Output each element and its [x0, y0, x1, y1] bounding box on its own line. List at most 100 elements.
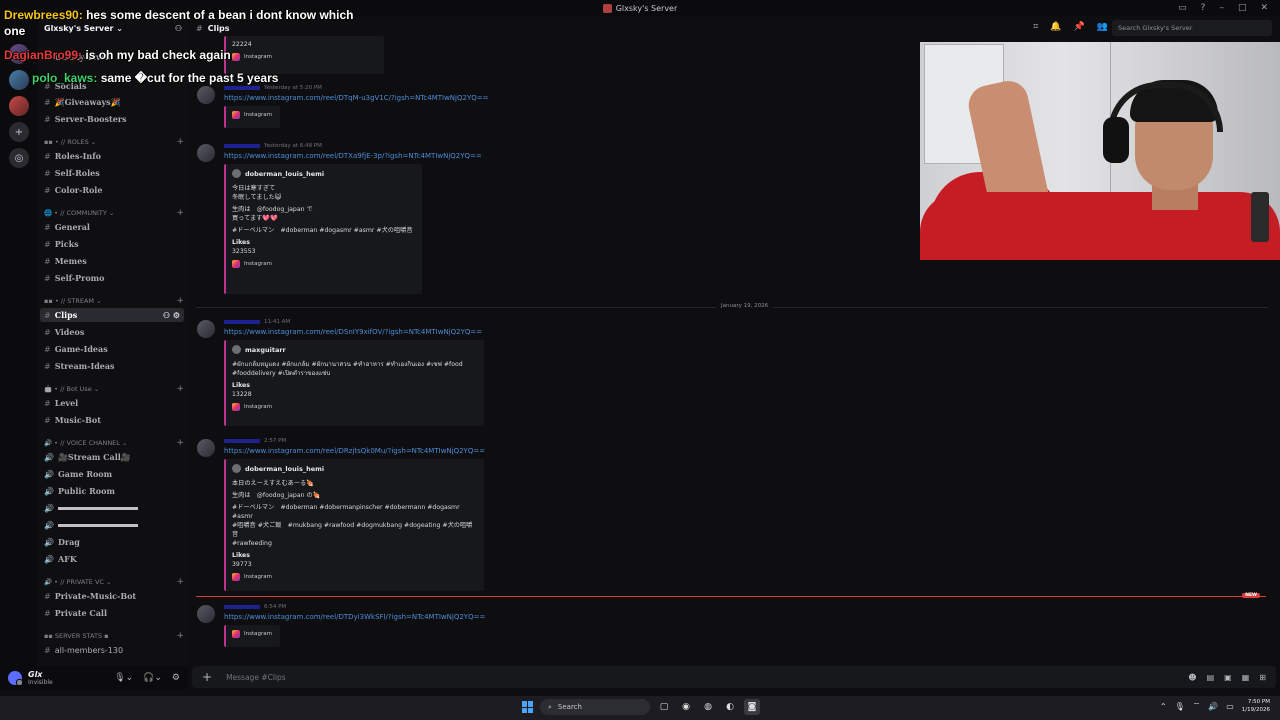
avatar[interactable]	[197, 439, 215, 457]
channel-clips[interactable]: # Clips ⚇ ⚙	[40, 308, 184, 322]
image-icon[interactable]: ▦	[1242, 673, 1250, 682]
gear-icon[interactable]: ⚙	[172, 673, 180, 683]
server-icon-3[interactable]	[9, 96, 29, 116]
search-input[interactable]: Search Glxsky's Server	[1112, 20, 1272, 36]
add-server-icon[interactable]: +	[9, 122, 29, 142]
voice-channel-redacted-1[interactable]: 🔊	[40, 501, 184, 515]
close-button[interactable]: ✕	[1260, 3, 1268, 13]
message-input[interactable]: Message #Clips	[226, 673, 286, 682]
threads-icon[interactable]: ⌗	[1033, 22, 1038, 32]
embed-author[interactable]: doberman_louis_hemi	[232, 464, 478, 473]
category-stream[interactable]: ▪▪ • // STREAM ⌄ +	[44, 295, 184, 307]
message-author[interactable]	[224, 319, 260, 324]
channel-settings-icons[interactable]: ⚇ ⚙	[163, 310, 180, 320]
battery-icon[interactable]: ▭	[1226, 702, 1234, 711]
mic-tray-icon[interactable]: 🎙	[1175, 702, 1185, 711]
add-channel-icon[interactable]: +	[176, 296, 184, 306]
message-author[interactable]	[224, 85, 260, 90]
category-bot-use[interactable]: 🤖 • // Bot Use ⌄ +	[44, 383, 184, 395]
voice-channel-drag[interactable]: 🔊 Drag	[40, 535, 184, 549]
category-voice[interactable]: 🔊 • // VOICE CHANNEL ⌄ +	[44, 437, 184, 449]
wifi-icon[interactable]: ⌔	[1193, 701, 1201, 711]
chevron-up-icon[interactable]: ⌃	[1160, 702, 1167, 711]
help-icon[interactable]: ?	[1201, 3, 1206, 13]
headphones-icon[interactable]: 🎧⌄	[143, 673, 162, 683]
browser-icon[interactable]: ◐	[722, 699, 738, 715]
member-list-icon[interactable]: 👥	[1097, 22, 1108, 32]
bell-icon[interactable]: 🔔	[1050, 22, 1061, 32]
embed-author[interactable]: doberman_louis_hemi	[232, 169, 416, 178]
voice-channel-afk[interactable]: 🔊 AFK	[40, 552, 184, 566]
channel-private-music-bot[interactable]: # Private-Music-Bot	[40, 589, 184, 603]
discover-icon[interactable]: ◎	[9, 148, 29, 168]
channel-memes[interactable]: # Memes	[40, 254, 184, 268]
voice-channel-stream-call[interactable]: 🔊 🎥Stream Call🎥	[40, 450, 184, 464]
channel-general[interactable]: # General	[40, 220, 184, 234]
category-roles[interactable]: ▪▪ • // ROLES ⌄ +	[44, 136, 184, 148]
message-link[interactable]: https://www.instagram.com/reel/DTXa9fjE-…	[224, 152, 482, 160]
add-channel-icon[interactable]: +	[176, 208, 184, 218]
apps-icon[interactable]: ⊞	[1259, 673, 1266, 682]
message-link[interactable]: https://www.instagram.com/reel/DTqM-u3gV…	[224, 94, 488, 102]
gif-icon[interactable]: ▤	[1207, 673, 1215, 682]
pin-icon[interactable]: 📌	[1074, 22, 1085, 32]
task-view-icon[interactable]: ▢	[656, 699, 672, 715]
channel-private-call[interactable]: # Private Call	[40, 606, 184, 620]
user-info[interactable]: Glx Invisible	[28, 670, 53, 687]
clock[interactable]: 7:50 PM 1/19/2026	[1242, 698, 1270, 714]
message-author[interactable]	[224, 438, 260, 443]
message-link[interactable]: https://www.instagram.com/reel/DTDyi3WkS…	[224, 613, 485, 621]
voice-channel-public-room[interactable]: 🔊 Public Room	[40, 484, 184, 498]
channel-all-members[interactable]: # all-members-130	[40, 643, 184, 657]
avatar[interactable]	[8, 671, 23, 686]
microphone-icon[interactable]: 🎙⌄	[114, 673, 133, 683]
add-channel-icon[interactable]: +	[176, 384, 184, 394]
channel-game-ideas[interactable]: # Game-Ideas	[40, 342, 184, 356]
embed-author[interactable]: maxguitarr	[232, 345, 478, 354]
channel-color-role[interactable]: # Color-Role	[40, 183, 184, 197]
category-private-vc[interactable]: 🔊 • // PRIVATE VC ⌄ +	[44, 576, 184, 588]
avatar[interactable]	[197, 86, 215, 104]
windows-start-icon[interactable]	[522, 701, 534, 713]
channel-self-roles[interactable]: # Self-Roles	[40, 166, 184, 180]
gift-icon[interactable]: ☻	[1188, 673, 1196, 682]
obs-icon[interactable]: ◉	[678, 699, 694, 715]
channel-sidebar: Glxsky's Server ⌄ ⚇ # Glxsky-Lives # Socia…	[38, 16, 188, 666]
discord-icon[interactable]: ◙	[744, 699, 760, 715]
message-link[interactable]: https://www.instagram.com/reel/DRzjtsQk0…	[224, 447, 485, 455]
category-community[interactable]: 🌐 • // COMMUNITY ⌄ +	[44, 207, 184, 219]
minimize-button[interactable]: –	[1219, 3, 1224, 13]
voice-channel-game-room[interactable]: 🔊 Game Room	[40, 467, 184, 481]
sticker-icon[interactable]: ▣	[1224, 673, 1232, 682]
channel-music-bot[interactable]: # Music-Bot	[40, 413, 184, 427]
avatar[interactable]	[197, 320, 215, 338]
maximize-button[interactable]: □	[1238, 3, 1247, 13]
channel-roles-info[interactable]: # Roles-Info	[40, 149, 184, 163]
message-link[interactable]: https://www.instagram.com/reel/DSnIY9xif…	[224, 328, 482, 336]
message-composer[interactable]: + Message #Clips ☻ ▤ ▣ ▦ ⊞	[192, 666, 1276, 688]
channel-level[interactable]: # Level	[40, 396, 184, 410]
channel-self-promo[interactable]: # Self-Promo	[40, 271, 184, 285]
channel-picks[interactable]: # Picks	[40, 237, 184, 251]
message-author[interactable]	[224, 143, 260, 148]
channel-videos[interactable]: # Videos	[40, 325, 184, 339]
server-icon-2[interactable]	[9, 70, 29, 90]
add-member-icon[interactable]: ⚇	[175, 24, 182, 33]
add-channel-icon[interactable]: +	[176, 631, 184, 641]
channel-stream-ideas[interactable]: # Stream-Ideas	[40, 359, 184, 373]
avatar[interactable]	[197, 144, 215, 162]
add-channel-icon[interactable]: +	[176, 577, 184, 587]
channel-server-boosters[interactable]: # Server-Boosters	[40, 112, 184, 126]
volume-icon[interactable]: 🔊	[1208, 702, 1218, 711]
channel-giveaways[interactable]: # 🎉Giveaways🎉	[40, 95, 184, 109]
avatar[interactable]	[197, 605, 215, 623]
add-channel-icon[interactable]: +	[176, 137, 184, 147]
inbox-icon[interactable]: ▭	[1178, 3, 1187, 13]
attach-icon[interactable]: +	[202, 670, 212, 684]
voice-channel-redacted-2[interactable]: 🔊	[40, 518, 184, 532]
taskbar-search[interactable]: ⌕ Search	[540, 699, 650, 715]
chrome-icon[interactable]: ◍	[700, 699, 716, 715]
message-author[interactable]	[224, 604, 260, 609]
category-server-stats[interactable]: ▪▪ SERVER STATS ▪ +	[44, 630, 184, 642]
add-channel-icon[interactable]: +	[176, 438, 184, 448]
